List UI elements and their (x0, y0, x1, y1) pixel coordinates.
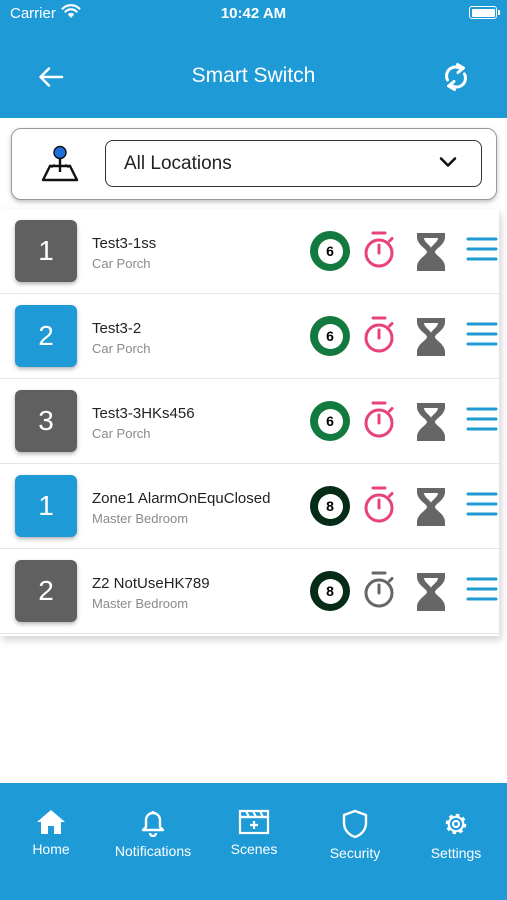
stopwatch-icon[interactable] (361, 315, 397, 355)
count-badge[interactable]: 8 (310, 486, 350, 526)
status-time: 10:42 AM (220, 5, 287, 22)
switch-row[interactable]: 2 Z2 NotUseHK789 Master Bedroom 8 (0, 549, 499, 634)
switch-row[interactable]: 1 Zone1 AlarmOnEquClosed Master Bedroom … (0, 464, 499, 549)
switch-location: Car Porch (92, 256, 151, 271)
count-badge-value: 8 (317, 578, 343, 604)
stopwatch-icon[interactable] (361, 230, 397, 270)
tab-settings-label: Settings (430, 845, 482, 861)
hourglass-icon[interactable] (414, 316, 448, 358)
tab-home[interactable]: Home (1, 803, 101, 873)
count-badge-value: 6 (317, 408, 343, 434)
switch-row[interactable]: 1 Test3-1ss Car Porch 6 (0, 209, 499, 294)
switch-name: Zone1 AlarmOnEquClosed (92, 490, 271, 507)
menu-icon[interactable] (466, 576, 498, 602)
hourglass-icon[interactable] (414, 401, 448, 443)
hourglass-icon[interactable] (414, 571, 448, 613)
switch-location: Master Bedroom (92, 511, 189, 526)
shield-icon (342, 809, 368, 839)
tab-bar: Home Notifications Scenes Security Setti… (0, 783, 507, 900)
switch-name: Test3-3HKs456 (92, 405, 195, 422)
location-pin-icon (40, 145, 80, 188)
switch-list: 1 Test3-1ss Car Porch 6 2 Test3-2 Car Po… (0, 209, 499, 636)
stopwatch-icon[interactable] (361, 400, 397, 440)
tab-security-label: Security (329, 845, 381, 861)
location-filter: All Locations (11, 128, 497, 200)
switch-row[interactable]: 2 Test3-2 Car Porch 6 (0, 294, 499, 379)
count-badge[interactable]: 6 (310, 401, 350, 441)
gear-icon (445, 813, 467, 835)
scenes-icon (238, 809, 270, 835)
switch-location: Car Porch (92, 341, 151, 356)
count-badge[interactable]: 6 (310, 231, 350, 271)
menu-icon[interactable] (466, 406, 498, 432)
switch-number-tile: 1 (15, 220, 77, 282)
switch-row[interactable]: 3 Test3-3HKs456 Car Porch 6 (0, 379, 499, 464)
location-dropdown[interactable]: All Locations (105, 140, 482, 187)
page-title: Smart Switch (191, 64, 316, 87)
switch-number-tile: 2 (15, 560, 77, 622)
sync-button[interactable] (439, 59, 473, 95)
stopwatch-icon[interactable] (361, 485, 397, 525)
home-icon (37, 810, 65, 834)
nav-bar: Smart Switch (0, 40, 507, 115)
hourglass-icon[interactable] (414, 486, 448, 528)
tab-notifications-label: Notifications (114, 843, 192, 859)
chevron-down-icon (439, 157, 457, 167)
status-bar: Carrier 10:42 AM (0, 0, 507, 30)
switch-number-tile: 3 (15, 390, 77, 452)
menu-icon[interactable] (466, 321, 498, 347)
location-dropdown-value: All Locations (124, 153, 232, 174)
bell-icon (141, 811, 165, 837)
switch-name: Test3-1ss (92, 235, 157, 252)
menu-icon[interactable] (466, 491, 498, 517)
tab-home-label: Home (32, 841, 70, 857)
menu-icon[interactable] (466, 236, 498, 262)
switch-name: Test3-2 (92, 320, 142, 337)
switch-location: Master Bedroom (92, 596, 189, 611)
stopwatch-icon[interactable] (361, 570, 397, 610)
sync-icon (445, 63, 467, 91)
count-badge-value: 8 (317, 493, 343, 519)
count-badge-value: 6 (317, 238, 343, 264)
switch-number-tile: 2 (15, 305, 77, 367)
app-header: Carrier 10:42 AM Smart Switch (0, 0, 507, 118)
count-badge-value: 6 (317, 323, 343, 349)
hourglass-icon[interactable] (414, 231, 448, 273)
switch-name: Z2 NotUseHK789 (92, 575, 210, 592)
tab-scenes-label: Scenes (230, 841, 278, 857)
tab-scenes[interactable]: Scenes (204, 803, 304, 873)
battery-icon (469, 6, 500, 19)
count-badge[interactable]: 8 (310, 571, 350, 611)
switch-location: Car Porch (92, 426, 151, 441)
switch-number-tile: 1 (15, 475, 77, 537)
count-badge[interactable]: 6 (310, 316, 350, 356)
tab-settings[interactable]: Settings (406, 803, 506, 873)
tab-notifications[interactable]: Notifications (103, 803, 203, 873)
tab-security[interactable]: Security (305, 803, 405, 873)
